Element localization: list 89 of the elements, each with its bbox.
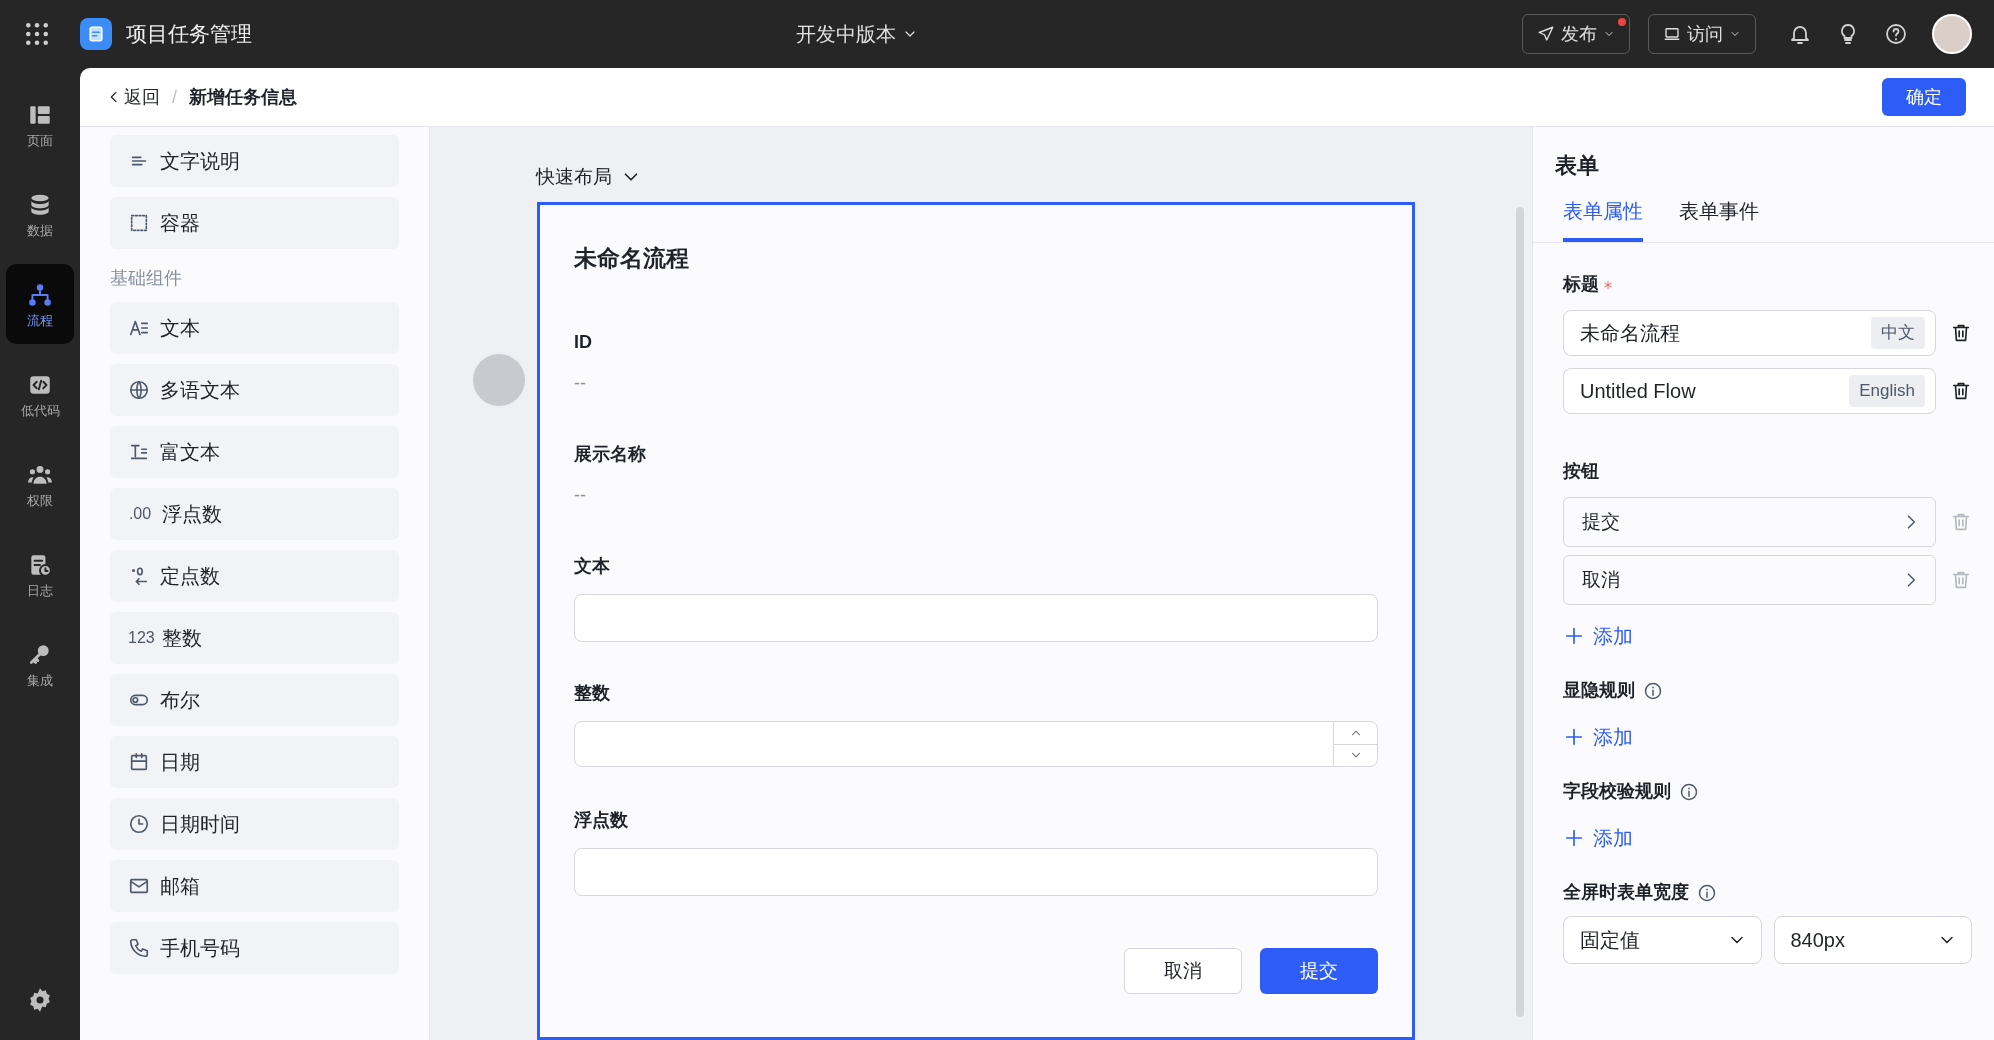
- component-item[interactable]: 文本: [110, 302, 399, 354]
- trash-icon: [1950, 569, 1972, 591]
- trash-icon: [1950, 380, 1972, 402]
- add-link[interactable]: 添加: [1563, 823, 1633, 853]
- button-config-item[interactable]: 取消: [1563, 555, 1936, 605]
- cursor-highlight: [473, 354, 525, 406]
- phone-icon: [128, 937, 150, 959]
- component-item[interactable]: 定点数: [110, 550, 399, 602]
- component-item[interactable]: 富文本: [110, 426, 399, 478]
- back-link[interactable]: 返回: [106, 83, 160, 111]
- user-avatar[interactable]: [1932, 14, 1972, 54]
- panel-tab[interactable]: 表单属性: [1563, 196, 1643, 242]
- breadcrumb-separator: /: [172, 85, 177, 109]
- component-item[interactable]: 日期时间: [110, 798, 399, 850]
- visit-button[interactable]: 访问: [1648, 14, 1756, 54]
- version-dropdown[interactable]: 开发中版本: [796, 19, 918, 49]
- select-field[interactable]: 固定值: [1563, 916, 1762, 964]
- calendar-icon: [128, 751, 150, 773]
- language-tag: English: [1849, 375, 1925, 407]
- number-glyph-icon: 123: [128, 626, 152, 650]
- field-value: --: [574, 484, 587, 507]
- component-item[interactable]: 布尔: [110, 674, 399, 726]
- component-item[interactable]: 容器: [110, 197, 399, 249]
- input-field[interactable]: [574, 848, 1378, 896]
- section-heading: 基础组件: [110, 267, 183, 290]
- info-icon: [1643, 680, 1663, 701]
- info-icon: [1679, 781, 1699, 802]
- field-label: 整数: [574, 682, 611, 705]
- quick-layout-dropdown[interactable]: 快速布局: [536, 163, 642, 192]
- number-input-field[interactable]: [574, 721, 1378, 767]
- component-item[interactable]: 手机号码: [110, 922, 399, 974]
- property-label: 显隐规则: [1563, 679, 1635, 702]
- property-label: 按钮: [1563, 460, 1600, 483]
- document-icon: [86, 24, 106, 44]
- component-item[interactable]: .00 浮点数: [110, 488, 399, 540]
- component-item[interactable]: 多语文本: [110, 364, 399, 416]
- button-config-item[interactable]: 提交: [1563, 497, 1936, 547]
- add-link[interactable]: 添加: [1563, 722, 1633, 752]
- plus-icon: [1563, 726, 1585, 748]
- select-field[interactable]: 840px: [1773, 916, 1972, 964]
- form-button[interactable]: 提交: [1260, 948, 1378, 994]
- flow-icon: [27, 281, 53, 308]
- nav-rail-item[interactable]: 低代码: [6, 354, 74, 434]
- app-name: 项目任务管理: [126, 21, 252, 48]
- clock-icon: [128, 813, 150, 835]
- globe-icon: [128, 379, 150, 401]
- field-value: --: [574, 372, 587, 395]
- delete-button[interactable]: [1950, 380, 1972, 402]
- delete-button[interactable]: [1950, 322, 1972, 344]
- input-field[interactable]: [574, 594, 1378, 642]
- nav-rail-item[interactable]: 页面: [6, 84, 74, 164]
- language-tag: 中文: [1871, 317, 1925, 349]
- help-button[interactable]: [1884, 22, 1908, 46]
- trash-icon: [1950, 511, 1972, 533]
- plus-icon: [1563, 625, 1585, 647]
- breadcrumb-current: 新增任务信息: [189, 85, 297, 109]
- nav-rail-item[interactable]: 日志: [6, 534, 74, 614]
- form-title: 未命名流程: [574, 243, 690, 273]
- nav-rail-item[interactable]: 集成: [6, 624, 74, 704]
- property-label: 标题: [1563, 273, 1599, 296]
- plus-icon: [1563, 827, 1585, 849]
- component-item[interactable]: 邮箱: [110, 860, 399, 912]
- component-item[interactable]: 123 整数: [110, 612, 399, 664]
- confirm-button[interactable]: 确定: [1882, 78, 1966, 116]
- title-input-field[interactable]: Untitled Flow English: [1563, 368, 1936, 414]
- field-label: 展示名称: [574, 443, 647, 466]
- component-item[interactable]: 文字说明: [110, 135, 399, 187]
- number-glyph-icon: .00: [128, 502, 152, 526]
- nav-rail-item[interactable]: 流程: [6, 264, 74, 344]
- field-label: 文本: [574, 555, 611, 578]
- send-icon: [1537, 25, 1555, 43]
- add-link[interactable]: 添加: [1563, 621, 1633, 651]
- form-button[interactable]: 取消: [1124, 948, 1242, 994]
- nav-rail-item[interactable]: 权限: [6, 444, 74, 524]
- publish-button[interactable]: 发布: [1522, 14, 1630, 54]
- field-label: 浮点数: [574, 809, 629, 832]
- info-icon: [1697, 882, 1717, 903]
- trash-icon: [1950, 322, 1972, 344]
- help-icon: [1884, 22, 1908, 46]
- property-label: 全屏时表单宽度: [1563, 881, 1689, 904]
- nav-rail-item[interactable]: 数据: [6, 174, 74, 254]
- property-label: 字段校验规则: [1563, 780, 1671, 803]
- dashed-square-icon: [128, 212, 150, 234]
- panel-title: 表单: [1554, 152, 1600, 180]
- panel-tab[interactable]: 表单事件: [1679, 196, 1759, 242]
- monitor-icon: [1663, 25, 1681, 43]
- title-input-field[interactable]: 未命名流程 中文: [1563, 310, 1936, 356]
- component-item[interactable]: 日期: [110, 736, 399, 788]
- field-label: ID: [574, 331, 593, 354]
